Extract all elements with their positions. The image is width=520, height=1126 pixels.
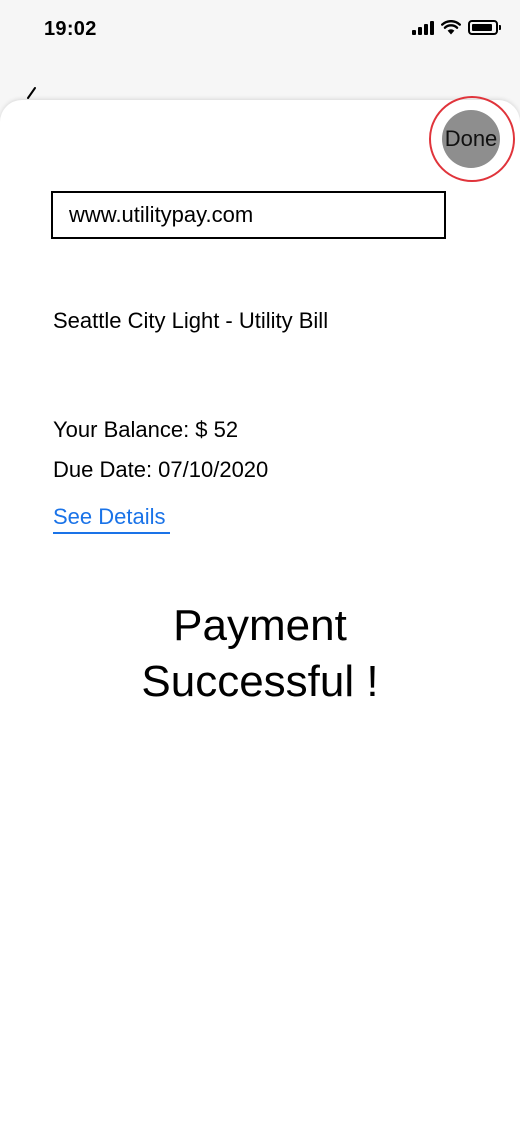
wifi-icon [441, 20, 461, 35]
done-button[interactable]: Done [442, 110, 500, 168]
status-bar: 19:02 [0, 0, 520, 62]
status-icons [412, 20, 501, 35]
cellular-signal-icon [412, 20, 434, 35]
payment-success-message: Payment Successful ! [0, 598, 520, 710]
bill-title: Seattle City Light - Utility Bill [53, 308, 329, 333]
due-date-text: Due Date: 07/10/2020 [53, 457, 269, 482]
see-details-link[interactable]: See Details [53, 504, 170, 534]
balance-text: Your Balance: $ 52 [53, 417, 239, 442]
back-chevron-icon[interactable] [24, 86, 38, 100]
url-field[interactable]: www.utilitypay.com [51, 191, 446, 239]
status-time: 19:02 [44, 18, 97, 40]
battery-icon [468, 20, 501, 35]
success-line-1: Payment [173, 601, 347, 650]
success-line-2: Successful ! [141, 657, 379, 706]
